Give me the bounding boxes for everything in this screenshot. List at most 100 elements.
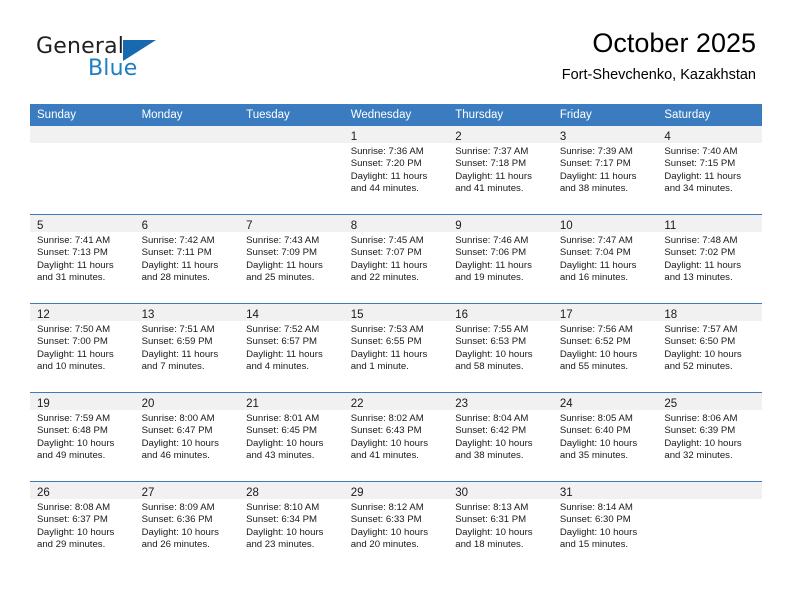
sunset-text: Sunset: 6:37 PM xyxy=(37,514,108,526)
sunset-text: Sunset: 6:53 PM xyxy=(455,336,527,348)
sunset-text: Sunset: 6:57 PM xyxy=(246,336,318,348)
sunset-text: Sunset: 6:47 PM xyxy=(141,425,213,437)
sunset-text: Sunset: 7:04 PM xyxy=(559,247,631,259)
sunset-text: Sunset: 7:18 PM xyxy=(455,158,527,170)
sunrise-text: Sunrise: 7:39 AM xyxy=(559,146,633,157)
day-cell[interactable]: 17 Sunrise: 7:56 AM Sunset: 6:52 PM Dayl… xyxy=(552,303,658,393)
daylight-text-line1: Daylight: 10 hours xyxy=(664,348,742,360)
day-cell[interactable]: 7 Sunrise: 7:43 AM Sunset: 7:09 PM Dayli… xyxy=(239,214,344,304)
daylight-text-line2: and 22 minutes. xyxy=(350,271,419,283)
day-cell[interactable]: 10 Sunrise: 7:47 AM Sunset: 7:04 PM Dayl… xyxy=(552,214,658,304)
sunset-text: Sunset: 7:07 PM xyxy=(350,247,422,259)
day-cell[interactable]: 5 Sunrise: 7:41 AM Sunset: 7:13 PM Dayli… xyxy=(30,214,135,304)
daylight-text-line1: Daylight: 11 hours xyxy=(455,170,532,182)
daylight-text-line2: and 23 minutes. xyxy=(246,538,315,550)
daylight-text-line2: and 38 minutes. xyxy=(559,182,629,194)
day-cell[interactable]: 21 Sunrise: 8:01 AM Sunset: 6:45 PM Dayl… xyxy=(239,392,344,482)
day-cell[interactable]: 23 Sunrise: 8:04 AM Sunset: 6:42 PM Dayl… xyxy=(448,392,553,482)
daylight-text-line1: Daylight: 10 hours xyxy=(246,437,324,449)
day-number: 26 xyxy=(37,487,50,499)
day-cell[interactable]: 3 Sunrise: 7:39 AM Sunset: 7:17 PM Dayli… xyxy=(552,126,658,215)
daylight-text-line1: Daylight: 10 hours xyxy=(246,526,324,538)
daylight-text-line1: Daylight: 11 hours xyxy=(350,170,428,182)
daylight-text-line1: Daylight: 11 hours xyxy=(246,348,323,360)
sunrise-text: Sunrise: 7:51 AM xyxy=(141,324,215,335)
weekday-header-saturday: Saturday xyxy=(657,104,762,126)
day-cell[interactable]: 18 Sunrise: 7:57 AM Sunset: 6:50 PM Dayl… xyxy=(657,303,762,393)
day-cell[interactable]: 1 Sunrise: 7:36 AM Sunset: 7:20 PM Dayli… xyxy=(343,126,449,215)
sunrise-text: Sunrise: 8:10 AM xyxy=(246,502,320,513)
general-blue-logo[interactable]: General Blue xyxy=(36,34,216,88)
day-cell[interactable]: 31 Sunrise: 8:14 AM Sunset: 6:30 PM Dayl… xyxy=(552,481,658,570)
day-cell[interactable]: 19 Sunrise: 7:59 AM Sunset: 6:48 PM Dayl… xyxy=(30,392,135,482)
day-cell[interactable]: 4 Sunrise: 7:40 AM Sunset: 7:15 PM Dayli… xyxy=(657,126,762,215)
day-number: 9 xyxy=(455,220,462,232)
day-cell-empty xyxy=(657,481,762,570)
daylight-text-line2: and 35 minutes. xyxy=(559,449,629,461)
daylight-text-line2: and 7 minutes. xyxy=(141,360,205,372)
calendar-page: General Blue October 2025 Fort-Shevchenk… xyxy=(0,0,792,612)
sunrise-text: Sunrise: 7:56 AM xyxy=(559,324,633,335)
sunset-text: Sunset: 7:09 PM xyxy=(246,247,318,259)
daylight-text-line2: and 19 minutes. xyxy=(455,271,524,283)
day-cell[interactable]: 26 Sunrise: 8:08 AM Sunset: 6:37 PM Dayl… xyxy=(30,481,135,570)
sunset-text: Sunset: 6:40 PM xyxy=(559,425,631,437)
sunset-text: Sunset: 7:20 PM xyxy=(350,158,422,170)
day-cell[interactable]: 14 Sunrise: 7:52 AM Sunset: 6:57 PM Dayl… xyxy=(239,303,344,393)
day-number: 5 xyxy=(37,220,44,232)
day-cell[interactable]: 13 Sunrise: 7:51 AM Sunset: 6:59 PM Dayl… xyxy=(134,303,240,393)
day-number: 15 xyxy=(350,309,364,321)
day-cell[interactable]: 27 Sunrise: 8:09 AM Sunset: 6:36 PM Dayl… xyxy=(134,481,240,570)
day-number: 2 xyxy=(455,131,462,143)
day-cell[interactable]: 28 Sunrise: 8:10 AM Sunset: 6:34 PM Dayl… xyxy=(239,481,344,570)
day-cell[interactable]: 30 Sunrise: 8:13 AM Sunset: 6:31 PM Dayl… xyxy=(448,481,553,570)
day-number: 22 xyxy=(350,398,364,410)
sunrise-text: Sunrise: 7:41 AM xyxy=(37,235,111,246)
day-cell[interactable]: 8 Sunrise: 7:45 AM Sunset: 7:07 PM Dayli… xyxy=(343,214,449,304)
day-number: 30 xyxy=(455,487,469,499)
day-cell[interactable]: 29 Sunrise: 8:12 AM Sunset: 6:33 PM Dayl… xyxy=(343,481,449,570)
daylight-text-line1: Daylight: 11 hours xyxy=(350,259,428,271)
sunset-text: Sunset: 7:13 PM xyxy=(37,247,108,259)
sunrise-text: Sunrise: 7:57 AM xyxy=(664,324,738,335)
day-cell[interactable]: 20 Sunrise: 8:00 AM Sunset: 6:47 PM Dayl… xyxy=(134,392,240,482)
daylight-text-line2: and 49 minutes. xyxy=(37,449,106,461)
daylight-text-line2: and 4 minutes. xyxy=(246,360,310,372)
daylight-text-line2: and 26 minutes. xyxy=(141,538,210,550)
page-subtitle: Fort-Shevchenko, Kazakhstan xyxy=(561,67,756,84)
day-cell[interactable]: 16 Sunrise: 7:55 AM Sunset: 6:53 PM Dayl… xyxy=(448,303,553,393)
day-cell[interactable]: 11 Sunrise: 7:48 AM Sunset: 7:02 PM Dayl… xyxy=(657,214,762,304)
sunrise-text: Sunrise: 7:50 AM xyxy=(37,324,111,335)
calendar-week-row: 12 Sunrise: 7:50 AM Sunset: 7:00 PM Dayl… xyxy=(30,303,762,393)
day-number: 16 xyxy=(455,309,469,321)
day-cell[interactable]: 9 Sunrise: 7:46 AM Sunset: 7:06 PM Dayli… xyxy=(448,214,553,304)
day-cell[interactable]: 2 Sunrise: 7:37 AM Sunset: 7:18 PM Dayli… xyxy=(448,126,553,215)
day-number: 7 xyxy=(246,220,253,232)
sunrise-text: Sunrise: 8:02 AM xyxy=(350,413,424,424)
sunset-text: Sunset: 6:50 PM xyxy=(664,336,736,348)
daylight-text-line2: and 34 minutes. xyxy=(664,182,733,194)
daylight-text-line2: and 38 minutes. xyxy=(455,449,524,461)
day-cell[interactable]: 15 Sunrise: 7:53 AM Sunset: 6:55 PM Dayl… xyxy=(343,303,449,393)
day-cell[interactable]: 24 Sunrise: 8:05 AM Sunset: 6:40 PM Dayl… xyxy=(552,392,658,482)
daylight-text-line1: Daylight: 10 hours xyxy=(141,437,219,449)
sunset-text: Sunset: 6:34 PM xyxy=(246,514,318,526)
sunrise-text: Sunrise: 7:46 AM xyxy=(455,235,529,246)
sunset-text: Sunset: 7:02 PM xyxy=(664,247,736,259)
sunrise-text: Sunrise: 7:59 AM xyxy=(37,413,111,424)
sunset-text: Sunset: 6:36 PM xyxy=(141,514,213,526)
day-number: 1 xyxy=(350,131,358,143)
daylight-text-line1: Daylight: 10 hours xyxy=(455,526,533,538)
day-number: 17 xyxy=(559,309,573,321)
day-cell[interactable]: 25 Sunrise: 8:06 AM Sunset: 6:39 PM Dayl… xyxy=(657,392,762,482)
day-cell-empty xyxy=(239,126,344,215)
day-number: 18 xyxy=(664,309,678,321)
daylight-text-line1: Daylight: 11 hours xyxy=(246,259,323,271)
daylight-text-line2: and 41 minutes. xyxy=(455,182,524,194)
calendar-week-row: 26 Sunrise: 8:08 AM Sunset: 6:37 PM Dayl… xyxy=(30,481,762,570)
day-cell[interactable]: 22 Sunrise: 8:02 AM Sunset: 6:43 PM Dayl… xyxy=(343,392,449,482)
daylight-text-line2: and 31 minutes. xyxy=(37,271,106,283)
sunrise-text: Sunrise: 8:13 AM xyxy=(455,502,529,513)
day-cell[interactable]: 12 Sunrise: 7:50 AM Sunset: 7:00 PM Dayl… xyxy=(30,303,135,393)
day-cell[interactable]: 6 Sunrise: 7:42 AM Sunset: 7:11 PM Dayli… xyxy=(134,214,240,304)
